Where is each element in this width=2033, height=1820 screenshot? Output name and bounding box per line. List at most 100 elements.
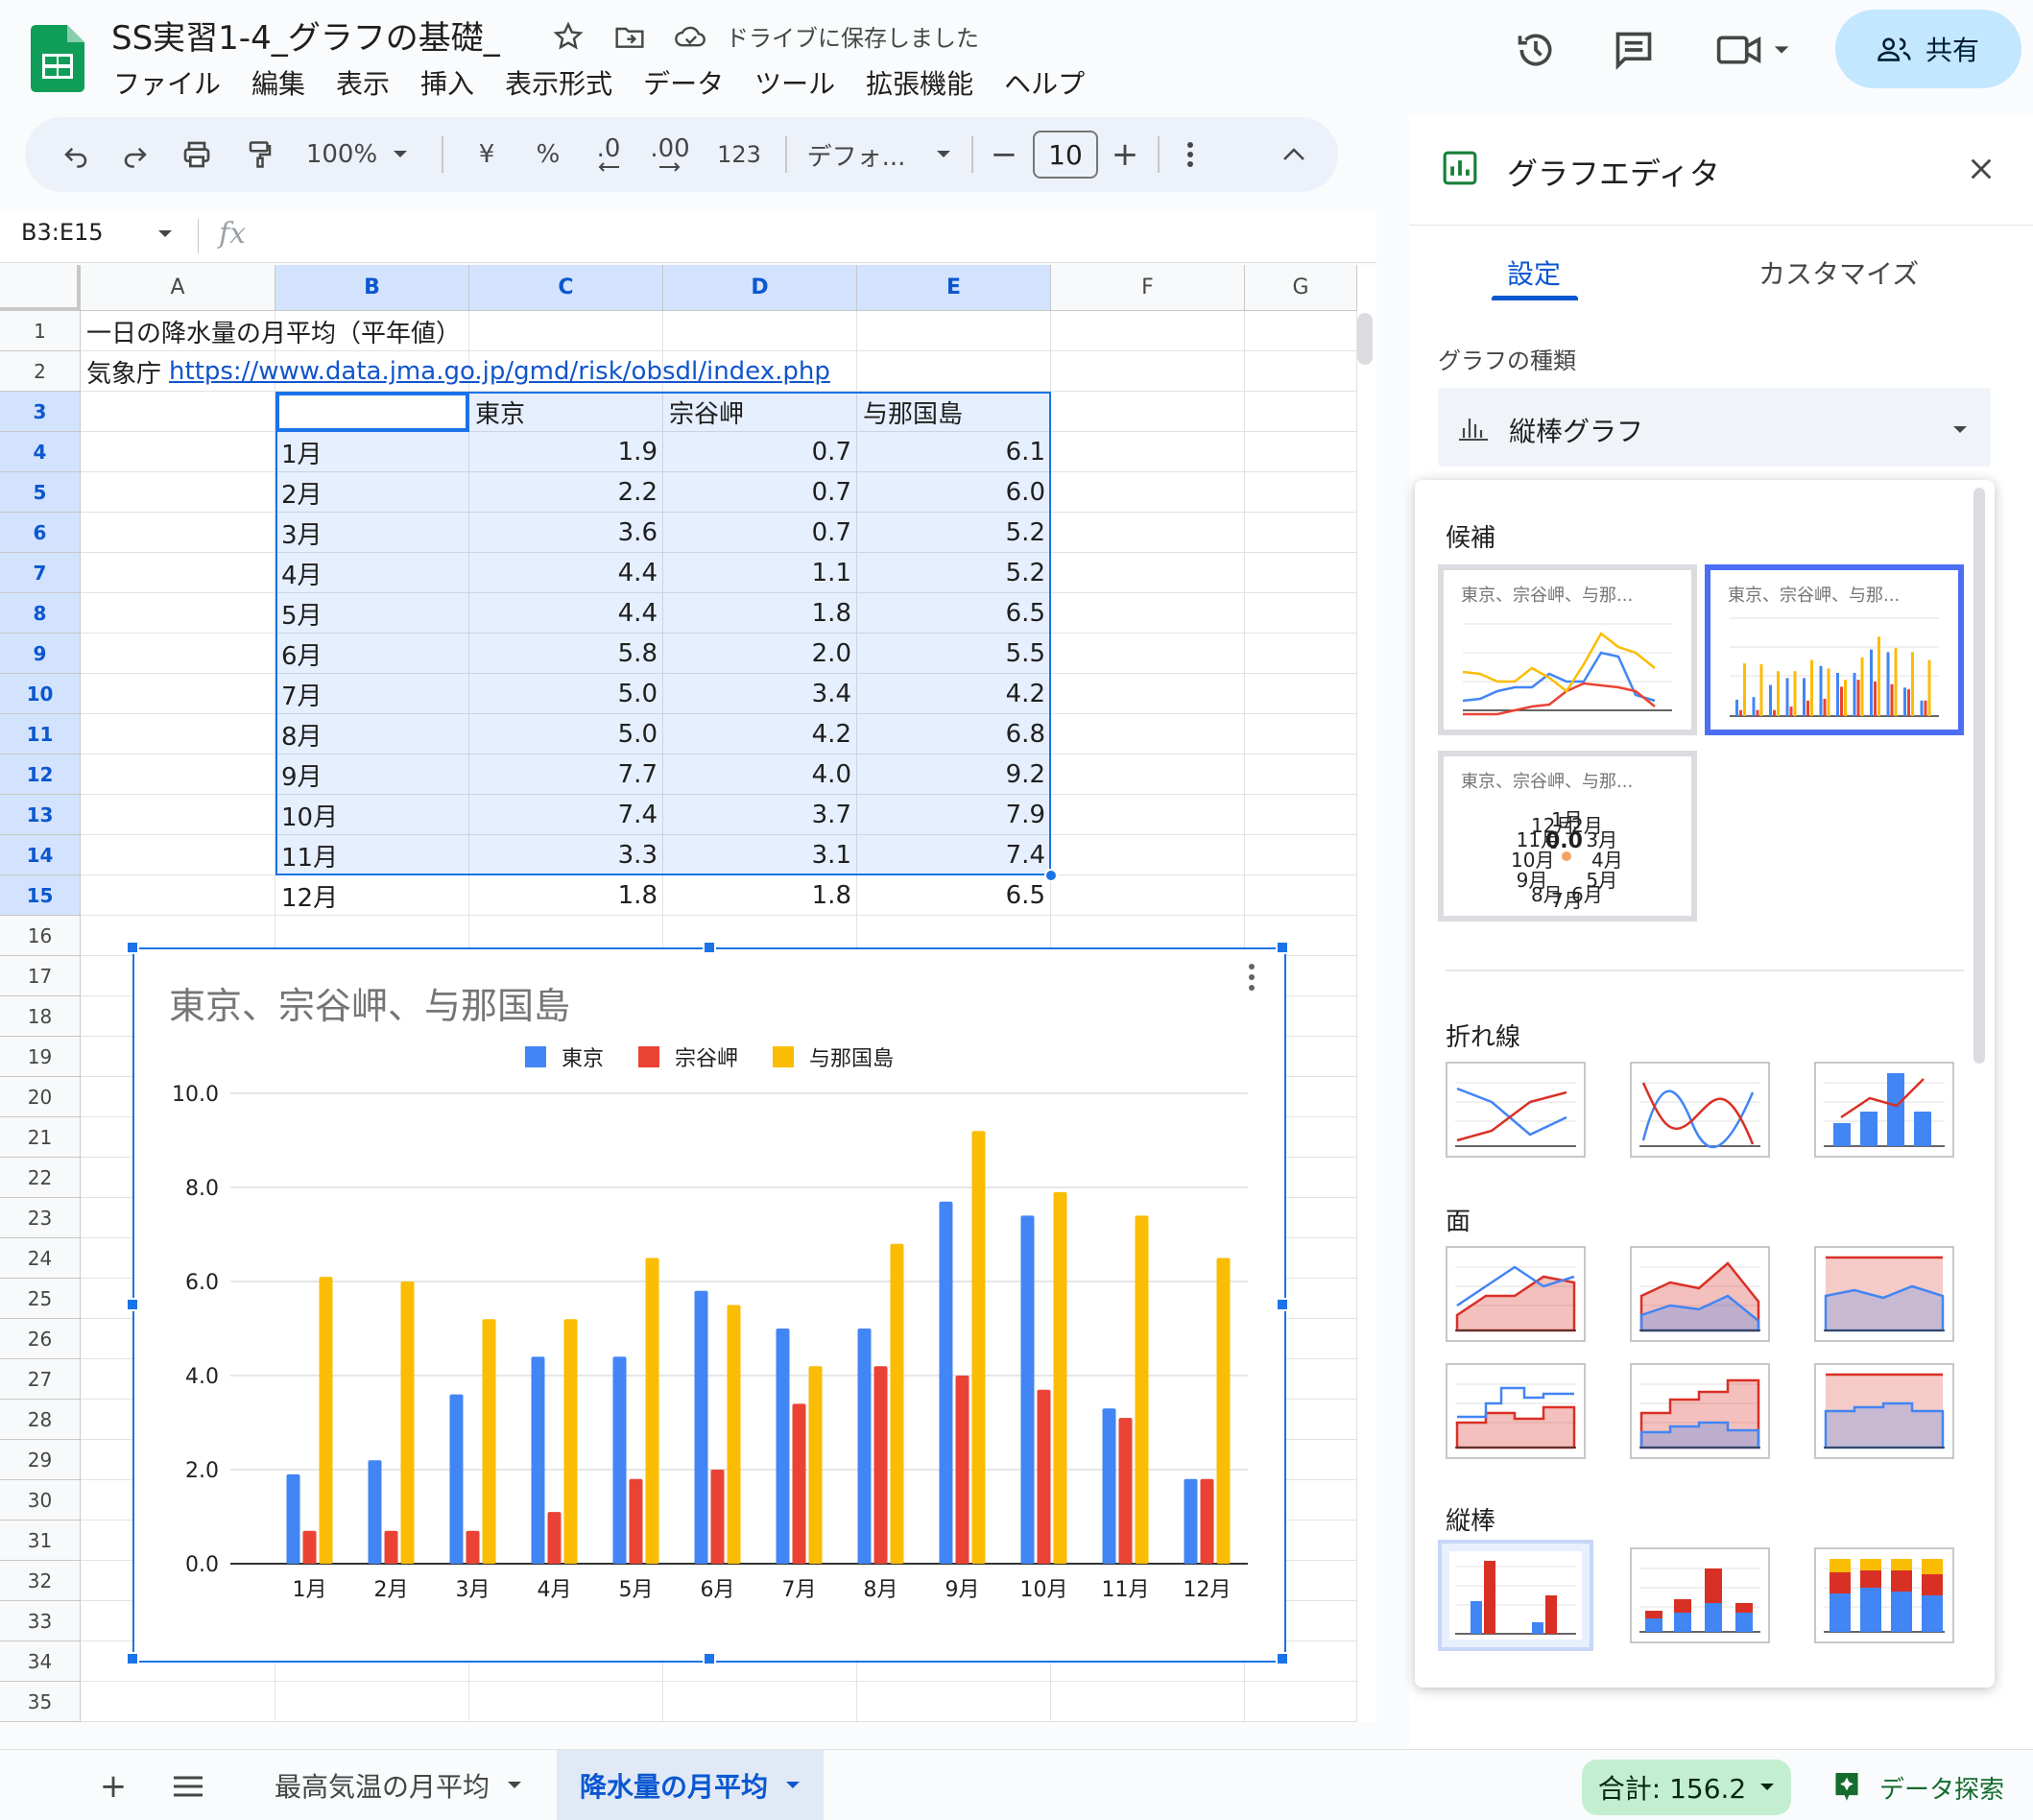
row-header-4[interactable]: 4 [0, 432, 81, 472]
row-header-32[interactable]: 32 [0, 1561, 81, 1601]
bar-soya-6[interactable] [710, 1470, 725, 1564]
column-header-f[interactable]: F [1051, 265, 1245, 311]
row-header-33[interactable]: 33 [0, 1601, 81, 1641]
name-box-dropdown-icon[interactable] [157, 225, 173, 243]
currency-button[interactable]: ¥ [463, 129, 511, 180]
column-header-c[interactable]: C [469, 265, 663, 311]
chart-menu-icon[interactable] [1248, 963, 1256, 995]
row-header-21[interactable]: 21 [0, 1117, 81, 1158]
fill-handle[interactable] [1044, 869, 1058, 882]
bar-tokyo-10[interactable] [1020, 1215, 1035, 1564]
row-header-34[interactable]: 34 [0, 1641, 81, 1682]
row-header-7[interactable]: 7 [0, 553, 81, 593]
bar-tokyo-7[interactable] [776, 1329, 790, 1564]
row-header-18[interactable]: 18 [0, 996, 81, 1037]
close-icon[interactable] [1968, 152, 1995, 191]
row-header-20[interactable]: 20 [0, 1077, 81, 1117]
table-cell[interactable]: 2.2 [469, 472, 663, 513]
bar-soya-4[interactable] [547, 1512, 562, 1564]
paint-format-icon[interactable] [238, 129, 282, 180]
table-cell[interactable]: 6.0 [857, 472, 1051, 513]
row-header-26[interactable]: 26 [0, 1319, 81, 1359]
table-cell[interactable]: 4.2 [663, 714, 857, 754]
row-header-24[interactable]: 24 [0, 1238, 81, 1279]
table-header-cell[interactable]: 東京 [469, 392, 663, 432]
bar-yonaguni-3[interactable] [482, 1319, 496, 1564]
row-header-12[interactable]: 12 [0, 754, 81, 795]
row-header-28[interactable]: 28 [0, 1400, 81, 1440]
table-cell[interactable]: 1.8 [469, 875, 663, 916]
vertical-scrollbar[interactable] [1357, 311, 1376, 1722]
font-size-decrease-button[interactable]: − [983, 129, 1025, 180]
version-history-icon[interactable] [1509, 23, 1563, 77]
table-cell[interactable]: 5.2 [857, 553, 1051, 593]
row-header-31[interactable]: 31 [0, 1521, 81, 1561]
bar-soya-8[interactable] [873, 1366, 888, 1564]
bar-soya-2[interactable] [384, 1530, 398, 1564]
column-header-b[interactable]: B [275, 265, 469, 311]
area-chart-option[interactable] [1446, 1246, 1586, 1342]
table-cell[interactable]: 5.0 [469, 674, 663, 714]
bar-soya-11[interactable] [1118, 1418, 1133, 1564]
row-header-9[interactable]: 9 [0, 634, 81, 674]
table-cell[interactable]: 1月 [275, 432, 469, 472]
stacked-stepped-area-option[interactable] [1630, 1363, 1770, 1459]
chart-type-select[interactable]: 縦棒グラフ [1438, 388, 1991, 467]
table-cell[interactable]: 7.7 [469, 754, 663, 795]
row-header-2[interactable]: 2 [0, 351, 81, 392]
sheet-tab-precipitation[interactable]: 降水量の月平均 [557, 1750, 825, 1820]
bar-yonaguni-11[interactable] [1135, 1215, 1149, 1564]
table-cell[interactable]: 1.1 [663, 553, 857, 593]
number-format-button[interactable]: 123 [708, 129, 770, 180]
name-box[interactable]: B3:E15 [21, 219, 104, 246]
bar-tokyo-6[interactable] [694, 1290, 708, 1564]
bar-soya-10[interactable] [1037, 1389, 1051, 1564]
bar-soya-12[interactable] [1200, 1478, 1214, 1564]
redo-icon[interactable] [113, 129, 157, 180]
table-cell[interactable]: 3月 [275, 513, 469, 553]
table-header-cell[interactable] [275, 392, 469, 432]
table-cell[interactable]: 9.2 [857, 754, 1051, 795]
table-cell[interactable]: 9月 [275, 754, 469, 795]
print-icon[interactable] [175, 129, 219, 180]
column-header-a[interactable]: A [81, 265, 275, 311]
tab-setup[interactable]: 設定 [1507, 253, 1561, 292]
increase-decimal-button[interactable]: .00 [639, 129, 701, 180]
table-cell[interactable]: 2月 [275, 472, 469, 513]
sum-summary-button[interactable]: 合計: 156.2 [1582, 1760, 1791, 1815]
column-header-e[interactable]: E [857, 265, 1051, 311]
table-cell[interactable]: 4月 [275, 553, 469, 593]
suggestion-column-chart[interactable]: 東京、宗谷岬、与那... [1705, 564, 1964, 735]
table-cell[interactable]: 1.8 [663, 593, 857, 634]
bar-tokyo-11[interactable] [1102, 1408, 1116, 1564]
table-cell[interactable]: 7.4 [857, 835, 1051, 875]
table-cell[interactable]: 6.5 [857, 593, 1051, 634]
row-header-29[interactable]: 29 [0, 1440, 81, 1480]
table-cell[interactable]: 3.7 [663, 795, 857, 835]
bar-yonaguni-6[interactable] [727, 1305, 741, 1565]
decrease-decimal-button[interactable]: .0 [582, 129, 635, 180]
row-header-8[interactable]: 8 [0, 593, 81, 634]
bar-yonaguni-9[interactable] [971, 1131, 986, 1564]
row-header-22[interactable]: 22 [0, 1158, 81, 1198]
bar-soya-3[interactable] [466, 1530, 480, 1564]
bar-tokyo-3[interactable] [449, 1394, 464, 1564]
bar-yonaguni-2[interactable] [400, 1281, 415, 1564]
star-icon[interactable] [549, 17, 587, 56]
suggestion-pie-chart[interactable]: 東京、宗谷岬、与那... 1月 2月 3月 4月 5月 6月 7月 8月 9月 10月 11月 12月… [1438, 751, 1697, 922]
cell-a2[interactable]: 気象庁 https://www.data.jma.go.jp/gmd/risk/… [81, 351, 830, 392]
table-cell[interactable]: 10月 [275, 795, 469, 835]
table-cell[interactable]: 4.0 [663, 754, 857, 795]
row-header-3[interactable]: 3 [0, 392, 81, 432]
bar-tokyo-2[interactable] [368, 1460, 382, 1564]
move-folder-icon[interactable] [610, 17, 649, 56]
table-cell[interactable]: 4.4 [469, 593, 663, 634]
percent-button[interactable]: % [524, 129, 572, 180]
font-size-input[interactable]: 10 [1033, 131, 1098, 179]
sheet-tab-max-temp[interactable]: 最高気温の月平均 [251, 1750, 545, 1820]
table-cell[interactable]: 8月 [275, 714, 469, 754]
add-sheet-icon[interactable]: + [90, 1763, 136, 1809]
percent-column-chart-option[interactable] [1814, 1547, 1954, 1643]
menu-file[interactable]: ファイル [113, 63, 221, 102]
bar-soya-9[interactable] [955, 1376, 969, 1564]
